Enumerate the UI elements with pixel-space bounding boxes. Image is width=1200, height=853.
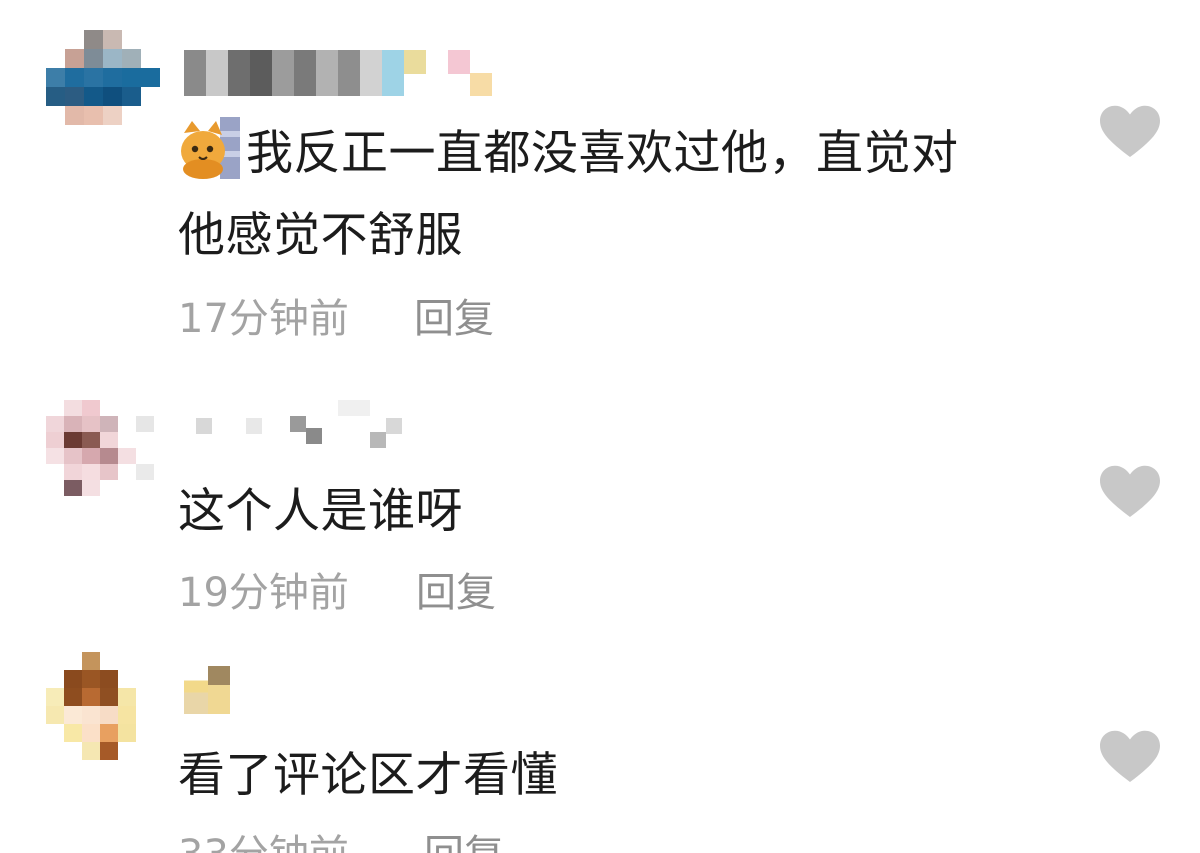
avatar[interactable] xyxy=(46,400,154,496)
reply-button[interactable]: 回复 xyxy=(424,830,504,853)
avatar[interactable] xyxy=(46,652,154,760)
username[interactable] xyxy=(184,666,230,714)
cat-face-emoji xyxy=(181,117,240,179)
timestamp: 33分钟前 xyxy=(178,830,424,853)
comment-text: 看了评论区才看懂 xyxy=(178,748,558,803)
username[interactable] xyxy=(196,400,402,448)
comment-list: 我反正一直都没喜欢过他，直觉对 他感觉不舒服 17分钟前 回复 这个人是谁呀 1… xyxy=(0,0,1200,853)
heart-icon[interactable] xyxy=(1100,729,1160,785)
timestamp: 17分钟前 xyxy=(178,296,349,342)
username[interactable] xyxy=(184,50,492,96)
comment-line: 他感觉不舒服 xyxy=(178,208,463,263)
avatar[interactable] xyxy=(46,30,160,144)
timestamp: 19分钟前 xyxy=(178,570,349,616)
comment-text: 我反正一直都没喜欢过他，直觉对 他感觉不舒服 xyxy=(178,113,1058,277)
heart-icon[interactable] xyxy=(1100,104,1160,160)
comment-text: 这个人是谁呀 xyxy=(178,484,463,539)
comment-line: 我反正一直都没喜欢过他，直觉对 xyxy=(246,126,959,181)
comment-meta: 19分钟前 回复 xyxy=(178,568,496,618)
heart-icon[interactable] xyxy=(1100,464,1160,520)
comment-meta: 17分钟前 回复 xyxy=(178,294,494,344)
reply-button[interactable]: 回复 xyxy=(416,568,496,618)
comment-meta: 33分钟前 回复 xyxy=(178,830,504,853)
reply-button[interactable]: 回复 xyxy=(414,294,494,344)
